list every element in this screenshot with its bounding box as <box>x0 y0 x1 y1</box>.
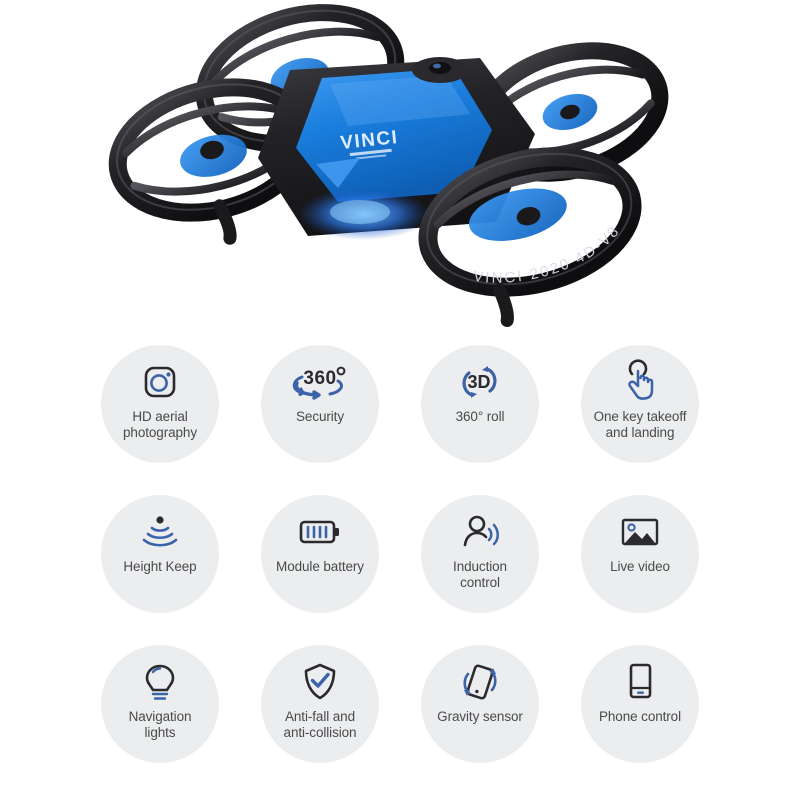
altitude-wave-icon <box>137 511 183 553</box>
smartphone-icon <box>617 661 663 703</box>
svg-text:360: 360 <box>303 368 336 389</box>
feature-label: Navigation lights <box>128 709 192 740</box>
feature-label: Live video <box>610 559 670 574</box>
camera-icon <box>137 361 183 403</box>
3d-rotate-icon: 3D <box>457 361 503 403</box>
feature-one-key-takeoff[interactable]: One key takeoff and landing <box>560 345 720 495</box>
feature-label: Phone control <box>598 709 681 724</box>
feature-hd-aerial-photography[interactable]: HD aerial photography <box>80 345 240 495</box>
feature-height-keep[interactable]: Height Keep <box>80 495 240 645</box>
drone-product-image: VINCI VINCI 2020 4D-V8 <box>0 0 800 340</box>
person-signal-icon <box>457 511 503 553</box>
feature-label: Anti-fall and anti-collision <box>283 709 357 740</box>
feature-label: Gravity sensor <box>437 709 523 724</box>
product-hero: VINCI VINCI 2020 4D-V8 <box>0 0 800 340</box>
feature-phone-control[interactable]: Phone control <box>560 645 720 795</box>
lightbulb-icon <box>137 661 183 703</box>
feature-navigation-lights[interactable]: Navigation lights <box>80 645 240 795</box>
feature-label: Height Keep <box>123 559 197 574</box>
phone-rotate-icon <box>457 661 503 703</box>
feature-anti-fall[interactable]: Anti-fall and anti-collision <box>240 645 400 795</box>
feature-gravity-sensor[interactable]: Gravity sensor <box>400 645 560 795</box>
battery-icon <box>297 511 343 553</box>
feature-label: One key takeoff and landing <box>593 409 687 440</box>
photo-image-icon <box>617 511 663 553</box>
product-feature-page: VINCI VINCI 2020 4D-V8 HD aerial photogr… <box>0 0 800 800</box>
shield-check-icon <box>297 661 343 703</box>
svg-text:3D: 3D <box>467 372 490 392</box>
feature-360-roll[interactable]: 3D 360° roll <box>400 345 560 495</box>
tap-hand-icon <box>617 359 663 403</box>
feature-label: Module battery <box>276 559 364 574</box>
feature-label: 360° roll <box>455 409 505 424</box>
feature-induction-control[interactable]: Induction control <box>400 495 560 645</box>
feature-label: Induction control <box>453 559 507 590</box>
360-degrees-icon: 360 <box>292 361 346 403</box>
feature-label: Security <box>296 409 344 424</box>
feature-security[interactable]: 360 Security <box>240 345 400 495</box>
feature-module-battery[interactable]: Module battery <box>240 495 400 645</box>
feature-live-video[interactable]: Live video <box>560 495 720 645</box>
feature-grid: HD aerial photography 360 Security 3D 36… <box>0 345 800 795</box>
feature-label: HD aerial photography <box>123 409 197 440</box>
